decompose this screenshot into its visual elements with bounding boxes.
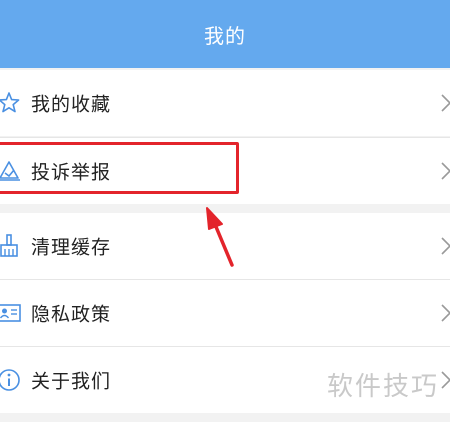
chevron-right-icon xyxy=(440,160,450,182)
highlight-box xyxy=(0,142,239,194)
star-icon xyxy=(0,90,22,116)
broom-icon xyxy=(0,233,22,259)
chevron-right-icon xyxy=(440,92,450,114)
chevron-right-icon xyxy=(440,302,450,324)
menu-item-clear-cache[interactable]: 清理缓存 xyxy=(0,213,450,279)
info-icon xyxy=(0,367,22,393)
header-bar: 我的 xyxy=(0,0,450,68)
watermark-text: 软件技巧 xyxy=(326,371,439,402)
menu-item-privacy-policy[interactable]: 隐私政策 xyxy=(0,280,450,346)
menu-item-label: 关于我们 xyxy=(31,370,112,393)
page-title: 我的 xyxy=(204,23,246,48)
menu-item-label: 清理缓存 xyxy=(31,236,112,259)
menu-item-favorites[interactable]: 我的收藏 xyxy=(0,70,450,136)
watermark: 软件技巧 xyxy=(316,346,450,422)
chevron-right-icon xyxy=(440,235,450,257)
menu-item-label: 我的收藏 xyxy=(31,93,112,116)
id-card-icon xyxy=(0,300,22,326)
menu-item-label: 隐私政策 xyxy=(31,303,112,326)
